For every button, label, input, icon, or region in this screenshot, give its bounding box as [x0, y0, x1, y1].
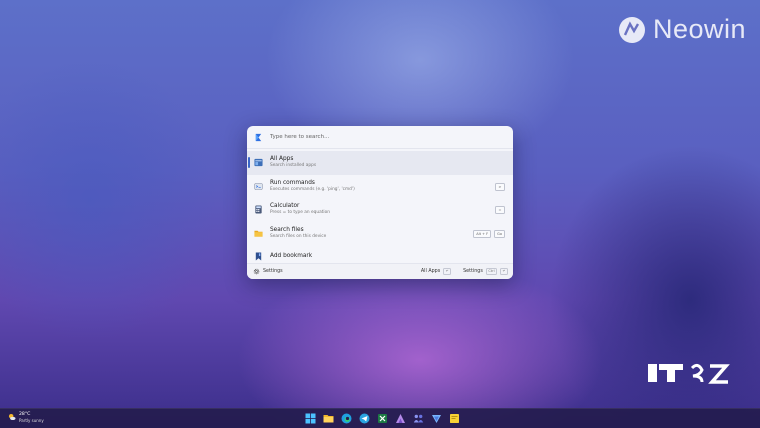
- shortcut-key: Alt + F: [473, 229, 492, 238]
- result-title: Add bookmark: [270, 253, 313, 260]
- weather-widget[interactable]: 28°C Partly sunny: [8, 412, 44, 423]
- shortcut-keys: =: [495, 206, 505, 214]
- palette-footer: Settings All Apps ↵ Settings Ctrl ↵: [247, 263, 513, 279]
- result-search-files[interactable]: Search files Search files on this device…: [247, 222, 513, 246]
- weather-condition: Partly sunny: [19, 417, 44, 423]
- vpn-icon[interactable]: [431, 413, 442, 424]
- result-title: Search files: [270, 226, 304, 233]
- file-explorer-icon[interactable]: [323, 413, 334, 424]
- bookmark-icon: [255, 252, 262, 261]
- taskbar: 28°C Partly sunny: [0, 408, 760, 428]
- results-list: All Apps Search installed apps Run comma…: [247, 151, 513, 269]
- gear-icon[interactable]: [253, 268, 260, 275]
- taskbar-apps: [305, 413, 460, 424]
- result-subtitle: Search files on this device: [270, 233, 327, 239]
- result-run-commands[interactable]: Run commands Executes commands (e.g. 'pi…: [247, 175, 513, 199]
- neowin-logo-icon: [618, 16, 645, 43]
- enter-key: ↵: [443, 268, 452, 275]
- neowin-watermark-text: Neowin: [652, 14, 746, 44]
- result-subtitle: Search installed apps: [270, 163, 317, 169]
- result-subtitle: Press = to type an equation: [270, 210, 330, 216]
- shortcut-keys: Alt + F Go: [473, 229, 505, 238]
- all-apps-action[interactable]: All Apps: [421, 269, 440, 274]
- excel-icon[interactable]: [377, 413, 388, 424]
- footer-actions: All Apps ↵ Settings Ctrl ↵: [421, 268, 508, 275]
- edge-icon[interactable]: [341, 413, 352, 424]
- command-palette: All Apps Search installed apps Run comma…: [247, 126, 513, 279]
- settings-action[interactable]: Settings: [463, 269, 483, 274]
- neowin-watermark: Neowin: [617, 14, 746, 45]
- result-title: Run commands: [270, 179, 315, 186]
- result-all-apps[interactable]: All Apps Search installed apps: [247, 151, 513, 175]
- app-icon[interactable]: [395, 413, 406, 424]
- telegram-icon[interactable]: [359, 413, 370, 424]
- ctrl-key: Ctrl: [485, 268, 498, 275]
- search-bar: [247, 126, 513, 149]
- shortcut-key: Go: [494, 229, 505, 238]
- partly-sunny-icon: [8, 414, 16, 421]
- teams-icon[interactable]: [413, 413, 424, 424]
- shortcut-keys: >: [495, 182, 505, 191]
- search-input[interactable]: [270, 134, 470, 140]
- result-subtitle: Executes commands (e.g. 'ping', 'cmd'): [270, 186, 355, 192]
- enter-key: ↵: [500, 268, 508, 275]
- app-logo-icon: [255, 133, 262, 141]
- shortcut-key: >: [495, 182, 505, 191]
- itsz-logo-icon: [648, 363, 730, 384]
- calculator-icon: [255, 205, 262, 214]
- result-calculator[interactable]: Calculator Press = to type an equation =: [247, 198, 513, 222]
- folder-icon: [254, 230, 263, 237]
- terminal-icon: [254, 182, 263, 190]
- sticky-notes-icon[interactable]: [449, 413, 460, 424]
- settings-link[interactable]: Settings: [263, 269, 283, 274]
- shortcut-key: =: [495, 206, 505, 214]
- all-apps-icon: [254, 159, 263, 167]
- windows-start-icon[interactable]: [305, 413, 316, 424]
